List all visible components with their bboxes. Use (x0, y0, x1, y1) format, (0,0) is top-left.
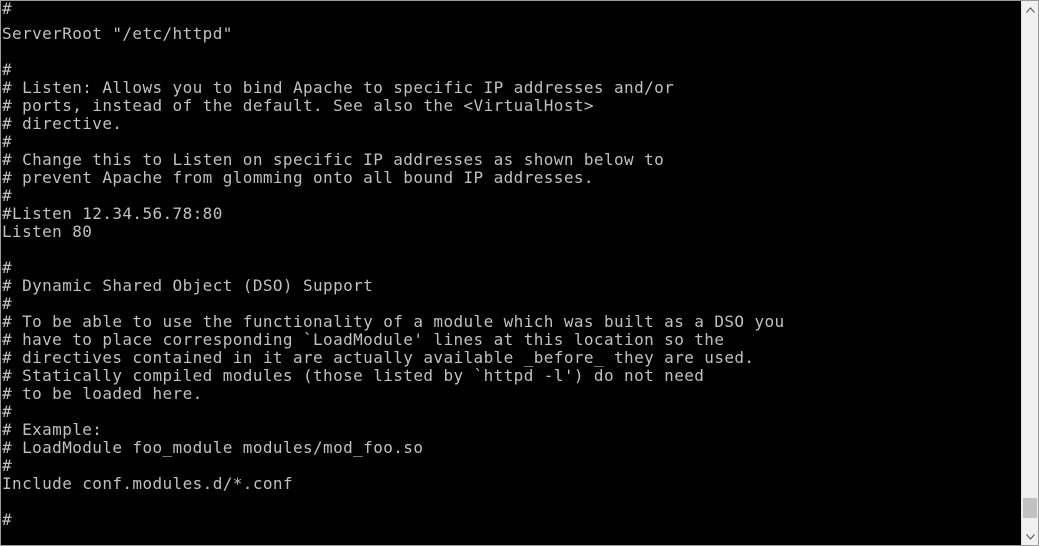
terminal-line: # (2, 402, 13, 421)
terminal-line: #Listen 12.34.56.78:80 (2, 204, 223, 223)
terminal-line: # have to place corresponding `LoadModul… (2, 330, 725, 349)
terminal-line: # (2, 60, 13, 79)
terminal-line: # Statically compiled modules (those lis… (2, 366, 705, 385)
terminal-line: # (2, 1, 13, 18)
scroll-down-button[interactable] (1022, 528, 1038, 545)
terminal-line: # To be able to use the functionality of… (2, 312, 785, 331)
terminal-line: Listen 80 (2, 222, 93, 241)
terminal-line: # Change this to Listen on specific IP a… (2, 150, 665, 169)
terminal-line: # prevent Apache from glomming onto all … (2, 168, 594, 187)
terminal-line: # Dynamic Shared Object (DSO) Support (2, 276, 374, 295)
terminal-line: # ports, instead of the default. See als… (2, 96, 594, 115)
terminal-window: # ServerRoot "/etc/httpd" # # Listen: Al… (0, 0, 1039, 546)
terminal-line: # Example: (2, 420, 103, 439)
terminal-output[interactable]: # ServerRoot "/etc/httpd" # # Listen: Al… (1, 1, 1021, 545)
terminal-line: # directives contained in it are actuall… (2, 348, 755, 367)
terminal-line: # (2, 510, 13, 529)
vertical-scrollbar[interactable] (1021, 1, 1038, 545)
terminal-line: # (2, 186, 13, 205)
terminal-line: Include conf.modules.d/*.conf (2, 474, 293, 493)
terminal-line: # (2, 132, 13, 151)
terminal-line: # (2, 294, 13, 313)
arrow-down-icon (1025, 533, 1035, 540)
terminal-line: # (2, 258, 13, 277)
scrollbar-thumb[interactable] (1023, 498, 1037, 519)
terminal-line: # directive. (2, 114, 123, 133)
arrow-up-icon (1025, 6, 1035, 13)
terminal-line: # (2, 456, 13, 475)
terminal-line: # Listen: Allows you to bind Apache to s… (2, 78, 675, 97)
scroll-up-button[interactable] (1022, 1, 1038, 18)
terminal-line: # to be loaded here. (2, 384, 203, 403)
terminal-line: # LoadModule foo_module modules/mod_foo.… (2, 438, 424, 457)
terminal-line: ServerRoot "/etc/httpd" (2, 24, 233, 43)
